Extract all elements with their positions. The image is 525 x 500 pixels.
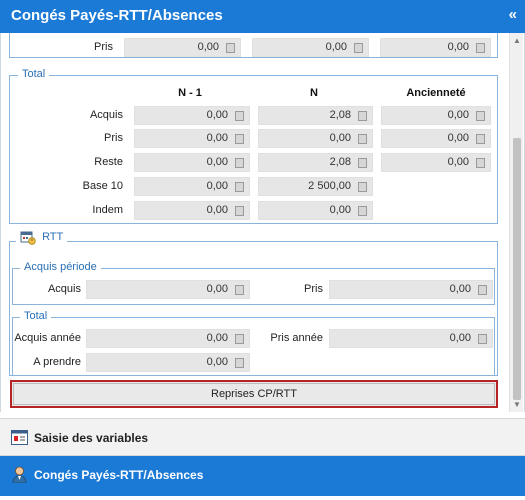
calendar-icon[interactable] [235,358,244,368]
rtt-acquis-field[interactable]: 0,00 [86,280,250,299]
calendar-icon[interactable] [235,134,244,144]
pris-top-field-1[interactable]: 0,00 [124,38,241,57]
nav-saisie-des-variables[interactable]: Saisie des variables [0,418,525,456]
calendar-icon[interactable] [478,285,487,295]
calendar-icon[interactable] [235,182,244,192]
col-header-n-1: N - 1 [178,87,202,99]
total-indem-n[interactable]: 0,00 [258,201,373,220]
calendar-icon[interactable] [358,134,367,144]
scroll-content: Pris 0,00 0,00 0,00 Total N - 1 N Ancien… [0,33,525,412]
a-prendre-label: A prendre [33,356,81,368]
calendar-icon[interactable] [226,43,235,53]
rtt-total-legend: Total [20,310,52,322]
calendar-icon[interactable] [235,285,244,295]
nav-conges-label: Congés Payés-RTT/Absences [34,468,204,482]
calendar-icon[interactable] [354,43,363,53]
total-acquis-anciennete[interactable]: 0,00 [381,106,491,125]
calendar-icon[interactable] [478,334,487,344]
pris-top-field-3[interactable]: 0,00 [380,38,491,57]
total-indem-label: Indem [92,204,123,216]
acquis-annee-field[interactable]: 0,00 [86,329,250,348]
nav-conges-payes[interactable]: Congés Payés-RTT/Absences [0,456,525,496]
reprises-button-label: Reprises CP/RTT [211,388,297,400]
calendar-icon[interactable] [358,182,367,192]
collapse-panel-icon[interactable]: « [509,6,517,23]
rtt-pris-field[interactable]: 0,00 [329,280,493,299]
calendar-icon[interactable] [235,334,244,344]
acquis-annee-label: Acquis année [14,332,81,344]
calendar-icon[interactable] [476,158,485,168]
total-pris-n-1[interactable]: 0,00 [134,129,250,148]
total-reste-n-1[interactable]: 0,00 [134,153,250,172]
total-acquis-n[interactable]: 2,08 [258,106,373,125]
nav-saisie-label: Saisie des variables [34,431,149,445]
panel-header: Congés Payés-RTT/Absences « [0,0,525,33]
calendar-icon[interactable] [235,111,244,121]
scrollbar-thumb[interactable] [513,138,521,400]
calendar-icon[interactable] [358,158,367,168]
calendar-icon[interactable] [358,111,367,121]
total-pris-label: Pris [104,132,123,144]
total-base10-n-1[interactable]: 0,00 [134,177,250,196]
calendar-icon[interactable] [476,134,485,144]
total-pris-anciennete[interactable]: 0,00 [381,129,491,148]
calendar-clock-icon [20,231,36,245]
calendar-icon[interactable] [358,206,367,216]
rtt-legend-wrap: RTT [16,230,68,245]
total-acquis-n-1[interactable]: 0,00 [134,106,250,125]
scroll-down-icon[interactable]: ▼ [513,400,521,409]
calendar-icon[interactable] [476,111,485,121]
calendar-icon[interactable] [476,43,485,53]
pris-annee-label: Pris année [270,332,323,344]
calendar-icon[interactable] [235,206,244,216]
total-base10-n[interactable]: 2 500,00 [258,177,373,196]
reprises-cp-rtt-button[interactable]: Reprises CP/RTT [10,380,498,408]
scroll-up-icon[interactable]: ▲ [513,36,521,45]
rtt-acquis-label: Acquis [47,283,81,295]
total-reste-n[interactable]: 2,08 [258,153,373,172]
person-icon [12,466,27,483]
total-base10-label: Base 10 [82,180,123,192]
total-reste-anciennete[interactable]: 0,00 [381,153,491,172]
total-indem-n-1[interactable]: 0,00 [134,201,250,220]
form-icon [11,430,28,445]
pris-top-label: Pris [94,41,113,53]
total-legend: Total [18,68,50,80]
total-pris-n[interactable]: 0,00 [258,129,373,148]
col-header-anciennete: Ancienneté [406,87,466,99]
calendar-icon[interactable] [235,158,244,168]
acquis-periode-legend: Acquis période [20,261,101,273]
pris-annee-field[interactable]: 0,00 [329,329,493,348]
pris-top-field-2[interactable]: 0,00 [252,38,369,57]
rtt-legend: RTT [42,231,64,244]
vertical-scrollbar[interactable]: ▲ ▼ [509,33,523,412]
panel-title: Congés Payés-RTT/Absences [11,7,223,24]
total-reste-label: Reste [94,156,123,168]
rtt-pris-label: Pris [304,283,323,295]
a-prendre-field[interactable]: 0,00 [86,353,250,372]
total-acquis-label: Acquis [89,109,123,121]
col-header-n: N [310,87,318,99]
